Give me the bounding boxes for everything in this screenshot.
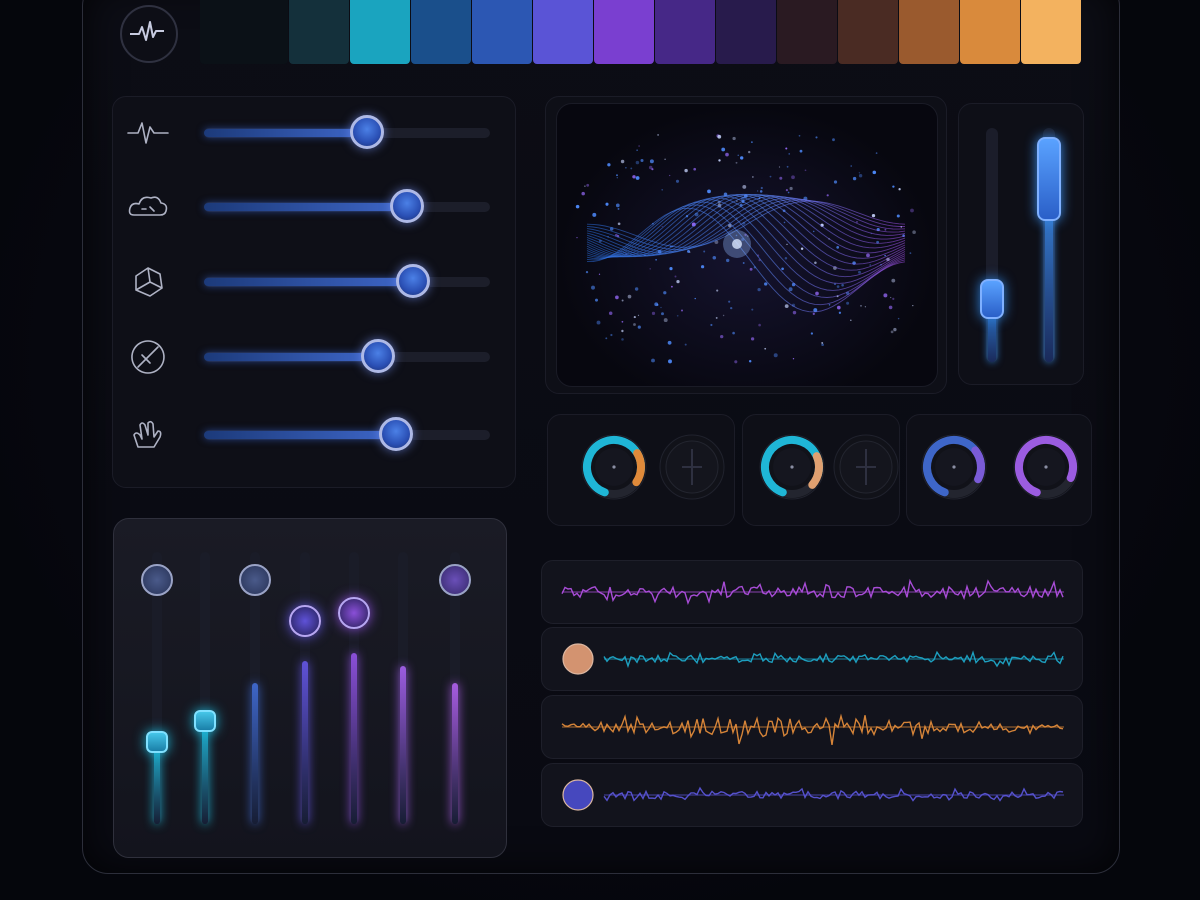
rotary-knob[interactable] xyxy=(756,431,828,503)
palette-swatch[interactable] xyxy=(472,0,532,64)
rotary-knob[interactable] xyxy=(830,431,902,503)
fader-level xyxy=(202,720,208,824)
fader-top-cap[interactable] xyxy=(239,564,271,596)
channel-fader[interactable] xyxy=(239,552,271,824)
palette-swatch[interactable] xyxy=(838,0,898,64)
fader-level xyxy=(154,742,160,824)
fader-handle[interactable] xyxy=(338,596,370,629)
effect-slider[interactable] xyxy=(204,115,490,149)
fader-level xyxy=(351,652,357,824)
effect-slider[interactable] xyxy=(204,339,490,373)
fader-handle[interactable] xyxy=(194,709,216,732)
palette-swatch[interactable] xyxy=(200,0,288,64)
waveform-track[interactable] xyxy=(541,627,1083,691)
slider-fill xyxy=(204,431,396,439)
fader-level xyxy=(302,660,308,824)
waveform-track[interactable] xyxy=(541,763,1083,827)
fader-handle[interactable] xyxy=(289,604,321,637)
color-palette xyxy=(200,0,1084,64)
vertical-slider[interactable] xyxy=(980,128,1004,362)
channel-fader[interactable] xyxy=(289,552,321,824)
slider-knob[interactable] xyxy=(390,189,425,223)
slider-fill xyxy=(204,353,379,361)
palette-swatch[interactable] xyxy=(1021,0,1081,64)
fader-top-cap[interactable] xyxy=(141,564,173,596)
slider-knob[interactable] xyxy=(350,115,385,149)
palette-swatch[interactable] xyxy=(411,0,471,64)
waveform-visualizer xyxy=(556,103,938,387)
slider-fill xyxy=(204,203,408,211)
channel-fader[interactable] xyxy=(338,552,370,824)
hand-icon[interactable] xyxy=(124,411,172,459)
rotary-knob[interactable] xyxy=(1010,431,1082,503)
slider-fill xyxy=(204,129,368,137)
rotary-knob[interactable] xyxy=(656,431,728,503)
slider-fill xyxy=(204,278,413,286)
palette-swatch[interactable] xyxy=(777,0,837,64)
slider-knob[interactable] xyxy=(395,264,430,298)
channel-fader[interactable] xyxy=(439,552,471,824)
effect-slider[interactable] xyxy=(204,264,490,298)
channel-fader[interactable] xyxy=(141,552,173,824)
waveform-track[interactable] xyxy=(541,695,1083,759)
slider-knob[interactable] xyxy=(378,417,413,451)
pulse-icon[interactable] xyxy=(124,109,172,157)
track-record-button[interactable] xyxy=(562,643,592,673)
vertical-slider-handle[interactable] xyxy=(980,278,1004,319)
cloud-icon[interactable] xyxy=(124,183,172,231)
cube-icon[interactable] xyxy=(124,258,172,306)
channel-fader[interactable] xyxy=(194,552,216,824)
fader-level xyxy=(252,682,258,824)
palette-swatch[interactable] xyxy=(289,0,349,64)
rotary-knob[interactable] xyxy=(918,431,990,503)
vertical-slider-panel xyxy=(958,103,1084,385)
palette-swatch[interactable] xyxy=(594,0,654,64)
fader-level xyxy=(452,682,458,824)
vertical-slider[interactable] xyxy=(1037,128,1061,362)
palette-swatch[interactable] xyxy=(350,0,410,64)
slash-circle-icon[interactable] xyxy=(124,333,172,381)
palette-swatch[interactable] xyxy=(716,0,776,64)
fader-handle[interactable] xyxy=(146,731,168,754)
fader-top-cap[interactable] xyxy=(439,564,471,596)
palette-swatch[interactable] xyxy=(533,0,593,64)
track-record-button[interactable] xyxy=(562,779,592,809)
waveform-track[interactable] xyxy=(541,560,1083,624)
palette-swatch[interactable] xyxy=(899,0,959,64)
palette-swatch[interactable] xyxy=(655,0,715,64)
effect-slider[interactable] xyxy=(204,417,490,451)
mixer-console xyxy=(0,0,1200,900)
rotary-knob[interactable] xyxy=(578,431,650,503)
effect-slider[interactable] xyxy=(204,189,490,223)
vertical-slider-handle[interactable] xyxy=(1037,137,1061,222)
fader-level xyxy=(400,666,406,824)
waveform-logo-icon[interactable] xyxy=(120,5,178,63)
channel-fader[interactable] xyxy=(398,552,408,824)
palette-swatch[interactable] xyxy=(960,0,1020,64)
